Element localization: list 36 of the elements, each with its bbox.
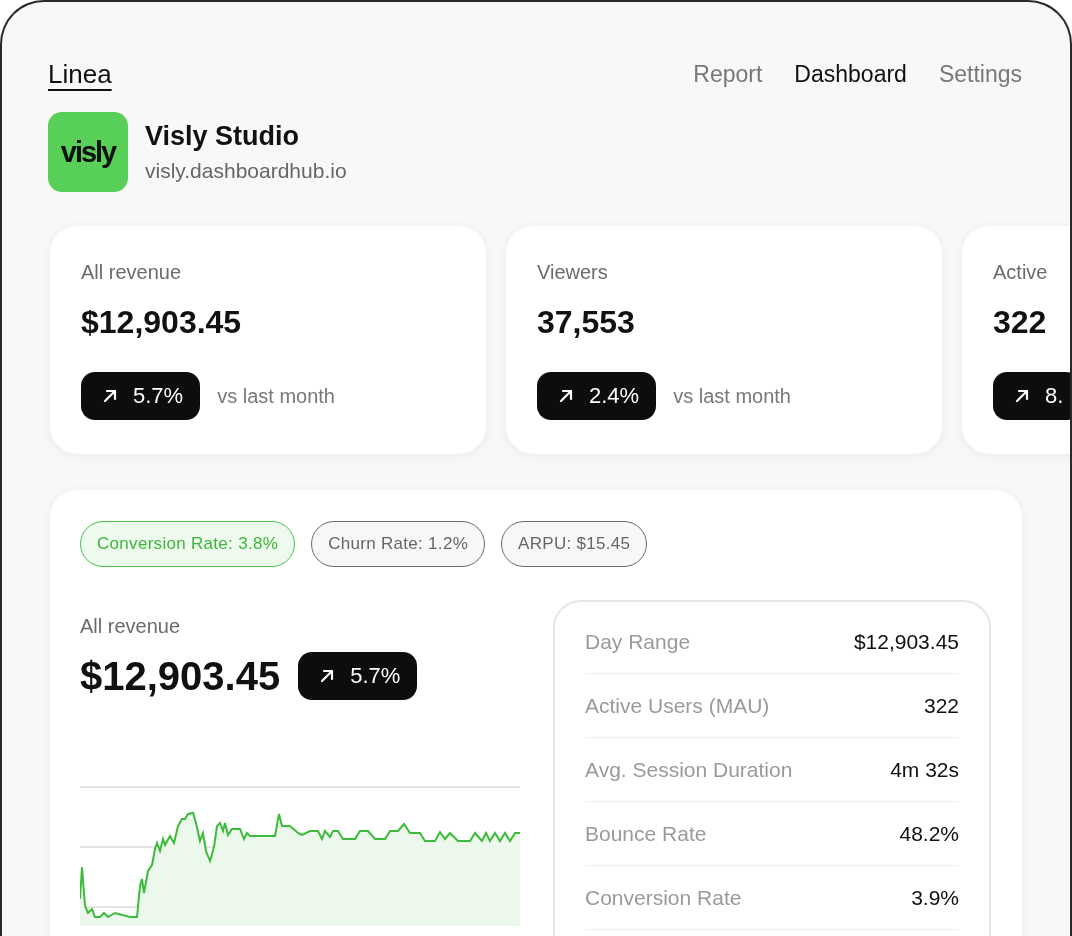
metric-value: 3.9% bbox=[911, 885, 959, 910]
company-name: Visly Studio bbox=[145, 120, 300, 152]
metric-label: Bounce Rate bbox=[585, 821, 707, 846]
nav-link[interactable]: Settings bbox=[938, 60, 1022, 88]
arrow-up-right-icon bbox=[1013, 387, 1031, 405]
metric-label: Avg. Session Duration bbox=[585, 757, 793, 782]
nav-link[interactable]: Dashboard bbox=[794, 60, 907, 88]
arrow-up-right-icon bbox=[101, 387, 119, 405]
stat-value: 37,553 bbox=[537, 304, 635, 340]
metric-chip[interactable]: ARPU: $15.45 bbox=[501, 521, 648, 567]
stat-label: All revenue bbox=[81, 260, 182, 284]
revenue-label: All revenue bbox=[80, 614, 181, 638]
metric-value: 322 bbox=[923, 693, 959, 718]
trend-badge: 2.4% bbox=[537, 372, 657, 420]
metric-value: 4m 32s bbox=[890, 757, 959, 782]
company-domain: visly.dashboardhub.io bbox=[145, 158, 347, 184]
stat-value: 322 bbox=[993, 304, 1047, 340]
trend-badge: 5.7% bbox=[81, 372, 201, 420]
metric-label: Day Range bbox=[585, 629, 691, 654]
stat-label: Active bbox=[993, 260, 1048, 284]
comparison-note: vs last month bbox=[217, 384, 335, 408]
metric-label: Active Users (MAU) bbox=[585, 693, 770, 718]
revenue-value: $12,903.45 bbox=[80, 653, 281, 699]
nav-link[interactable]: Report bbox=[693, 60, 763, 88]
metric-label: Conversion Rate bbox=[585, 885, 742, 910]
metric-value: 48.2% bbox=[899, 821, 959, 846]
trend-badge: 5.7% bbox=[298, 652, 418, 700]
metric-value: $12,903.45 bbox=[853, 629, 959, 654]
trend-badge: 8. bbox=[993, 372, 1070, 420]
stat-label: Viewers bbox=[537, 260, 608, 284]
comparison-note: vs last month bbox=[673, 384, 791, 408]
company-logo: visly bbox=[48, 112, 128, 192]
brand-logo[interactable]: Linea bbox=[48, 58, 112, 90]
metric-chip[interactable]: Churn Rate: 1.2% bbox=[311, 521, 486, 567]
arrow-up-right-icon bbox=[557, 387, 575, 405]
stat-value: $12,903.45 bbox=[81, 304, 242, 340]
